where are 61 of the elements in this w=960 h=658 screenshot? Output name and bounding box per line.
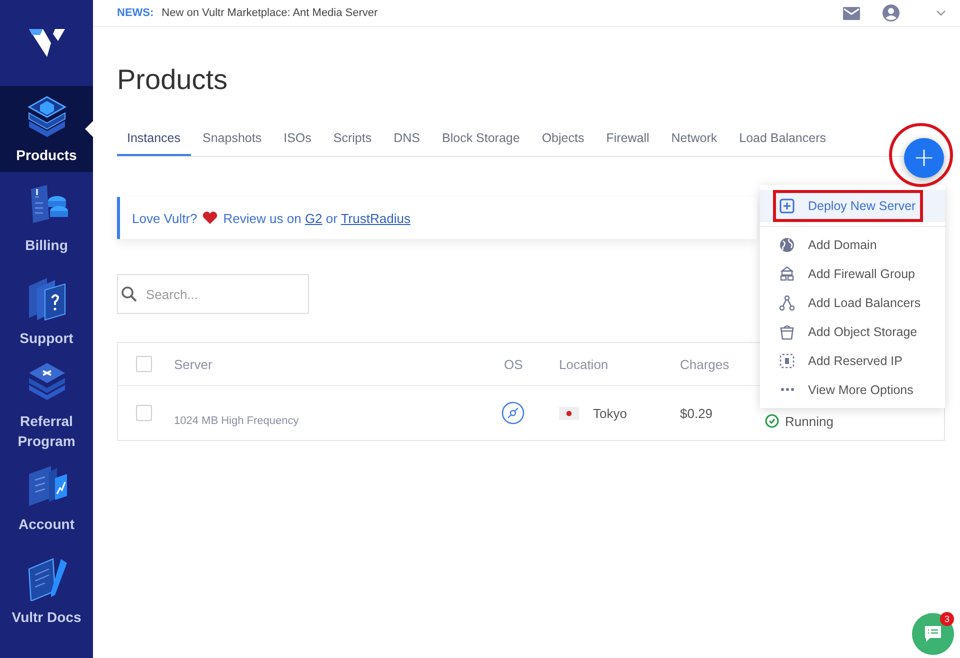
active-indicator — [85, 121, 93, 137]
menu-item[interactable]: Add Firewall Group — [760, 259, 945, 288]
tab[interactable]: Scripts — [323, 122, 382, 156]
tab[interactable]: Block Storage — [432, 122, 530, 156]
sidebar-item[interactable]: Support — [0, 265, 93, 358]
sidebar-item[interactable]: Vultr Docs — [0, 544, 93, 637]
review-text: Review us on G2 or TrustRadius — [223, 210, 410, 226]
review-link[interactable]: G2 — [304, 210, 322, 226]
menu-item[interactable]: Add Reserved IP — [760, 346, 945, 375]
search-icon — [121, 286, 137, 302]
review-link[interactable]: TrustRadius — [340, 210, 410, 226]
chat-icon — [924, 625, 942, 643]
tab[interactable]: Firewall — [596, 122, 660, 156]
sidebar-item[interactable]: Account — [0, 451, 93, 544]
menu-item[interactable]: View More Options — [760, 375, 945, 404]
menu-item[interactable]: Add Domain — [760, 230, 945, 259]
search-field[interactable]: Search... — [117, 274, 309, 314]
disc-icon — [501, 401, 525, 425]
network-nodes-icon — [779, 294, 795, 310]
page-title: Products — [117, 64, 228, 96]
server-detail: 1024 MB High Frequency — [174, 415, 300, 427]
status-text: Running — [785, 414, 834, 428]
mail-icon[interactable] — [843, 6, 860, 20]
dashed-square-icon — [779, 352, 795, 368]
news-text[interactable]: New on Vultr Marketplace: Ant Media Server — [162, 7, 835, 19]
firewall-icon — [779, 266, 795, 282]
chevron-down-icon[interactable] — [936, 10, 946, 16]
column-header: OS — [504, 356, 524, 372]
tab[interactable]: Snapshots — [192, 122, 272, 156]
menu-item[interactable]: Add Load Balancers — [760, 288, 945, 317]
sidebar-item[interactable]: Billing — [0, 172, 93, 265]
column-header: Location — [559, 356, 610, 372]
news-label: NEWS: — [117, 7, 154, 19]
add-button[interactable]: + — [904, 138, 944, 178]
user-icon[interactable] — [882, 4, 900, 22]
select-all-checkbox[interactable] — [136, 356, 152, 372]
logo — [26, 27, 66, 59]
heart-icon — [202, 211, 218, 225]
sidebar-item[interactable]: Products — [0, 86, 93, 172]
love-text: Love Vultr? — [132, 210, 198, 226]
plus-square-icon — [779, 198, 795, 214]
column-header: Server — [174, 356, 214, 372]
chat-button[interactable] — [912, 613, 954, 655]
globe-icon — [779, 236, 795, 252]
tab[interactable]: DNS — [384, 122, 430, 156]
flag-icon — [559, 406, 579, 420]
location-text: Tokyo — [593, 406, 627, 420]
tab[interactable]: ISOs — [274, 122, 322, 156]
row-checkbox[interactable] — [136, 405, 152, 421]
charges-text: $0.29 — [680, 406, 714, 420]
check-circle-icon — [765, 414, 779, 428]
tab[interactable]: Instances — [117, 122, 191, 156]
tab[interactable]: Objects — [532, 122, 594, 156]
ellipsis-icon — [781, 388, 794, 391]
sidebar-item[interactable]: Referral Program — [0, 358, 93, 451]
bucket-icon — [779, 324, 795, 340]
column-header: Charges — [680, 356, 730, 372]
menu-item[interactable]: Add Object Storage — [760, 317, 945, 346]
tab[interactable]: Network — [661, 122, 728, 156]
notification-badge: 3 — [940, 612, 954, 626]
tab[interactable]: Load Balancers — [729, 122, 836, 156]
